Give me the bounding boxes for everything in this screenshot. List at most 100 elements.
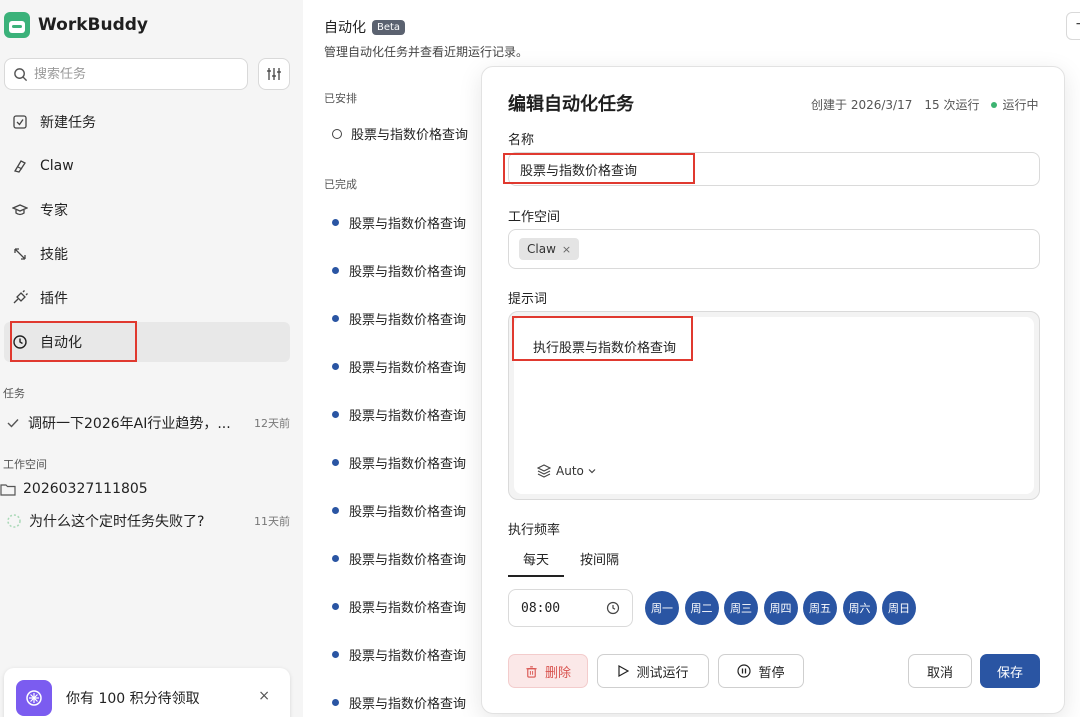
time-input[interactable]: 08:00 [508, 589, 633, 627]
done-item-title: 股票与指数价格查询 [349, 265, 467, 280]
test-run-button[interactable]: 测试运行 [597, 654, 709, 688]
sidebar-item-new-task[interactable]: 新建任务 [4, 102, 290, 142]
sidebar-item-label: Claw [40, 158, 74, 174]
workspace-task-item[interactable]: 为什么这个定时任务失败了? 11天前 [6, 511, 290, 531]
done-item[interactable]: 股票与指数价格查询 [332, 693, 466, 712]
workbuddy-logo-icon [4, 12, 30, 38]
day-sunday[interactable]: 周日 [882, 591, 916, 625]
status-text: 运行中 [1002, 98, 1039, 112]
task-title: 调研一下2026年AI行业趋势，... [28, 416, 231, 432]
cancel-button[interactable]: 取消 [908, 654, 972, 688]
expert-icon [12, 202, 28, 218]
workspace-section-label: 工作空间 [3, 458, 47, 471]
model-select[interactable]: Auto [537, 464, 597, 478]
pause-icon [737, 664, 752, 678]
search-icon [14, 67, 28, 81]
scheduled-item-title: 股票与指数价格查询 [351, 128, 469, 143]
workspace-folder-name: 20260327111805 [23, 481, 148, 497]
done-item-title: 股票与指数价格查询 [349, 457, 467, 472]
done-item[interactable]: 股票与指数价格查询 [332, 213, 466, 232]
status-dot-icon [332, 555, 339, 562]
delete-button[interactable]: 删除 [508, 654, 588, 688]
done-item[interactable]: 股票与指数价格查询 [332, 549, 466, 568]
status-dot-icon [991, 101, 998, 108]
tasks-section-label: 任务 [3, 387, 25, 400]
task-time: 12天前 [254, 417, 290, 430]
status-dot-icon [332, 315, 339, 322]
pause-label: 暂停 [758, 665, 785, 681]
frequency-label: 执行频率 [508, 523, 561, 538]
search-box[interactable] [4, 58, 248, 90]
page-title-text: 自动化 [324, 20, 366, 36]
scheduled-label: 已安排 [324, 92, 357, 105]
claw-icon [12, 158, 28, 174]
scheduled-item[interactable]: 股票与指数价格查询 [332, 124, 468, 143]
tab-daily[interactable]: 每天 [508, 549, 564, 577]
workspace-field[interactable]: Claw × [508, 229, 1040, 269]
reward-icon [16, 680, 52, 716]
remove-chip-icon[interactable]: × [562, 243, 571, 256]
status-dot-icon [332, 363, 339, 370]
page-subtitle: 管理自动化任务并查看近期运行记录。 [324, 45, 529, 59]
run-count: 15 次运行 [924, 98, 980, 112]
done-item-title: 股票与指数价格查询 [349, 505, 467, 520]
test-run-label: 测试运行 [636, 665, 689, 681]
pause-button[interactable]: 暂停 [718, 654, 804, 688]
day-thursday[interactable]: 周四 [763, 591, 798, 625]
done-item[interactable]: 股票与指数价格查询 [332, 645, 466, 664]
save-button[interactable]: 保存 [980, 654, 1040, 688]
workspace-label: 工作空间 [508, 210, 561, 225]
page-title: 自动化 Beta [324, 17, 406, 37]
done-item[interactable]: 股票与指数价格查询 [332, 453, 466, 472]
status-ring-icon [332, 128, 342, 139]
day-saturday[interactable]: 周六 [842, 591, 877, 625]
day-tuesday[interactable]: 周二 [684, 591, 719, 625]
play-icon [617, 665, 630, 677]
folder-icon [0, 484, 16, 496]
done-item-title: 股票与指数价格查询 [349, 553, 467, 568]
chip-label: Claw [527, 242, 556, 256]
done-item[interactable]: 股票与指数价格查询 [332, 405, 466, 424]
app-logo[interactable]: WorkBuddy [4, 12, 148, 38]
done-item[interactable]: 股票与指数价格查询 [332, 357, 466, 376]
done-item[interactable]: 股票与指数价格查询 [332, 261, 466, 280]
search-input[interactable] [34, 66, 224, 82]
trash-icon [525, 665, 538, 678]
done-item[interactable]: 股票与指数价格查询 [332, 597, 466, 616]
skill-icon [12, 246, 28, 262]
day-monday[interactable]: 周一 [645, 591, 679, 625]
sidebar-item-claw[interactable]: Claw [4, 146, 290, 186]
add-button[interactable]: + [1066, 12, 1080, 40]
status-dot-icon [332, 699, 339, 706]
sidebar: WorkBuddy 新建任务 Claw 专家 技能 插件 自动化 任务 调研一下… [0, 0, 303, 717]
delete-label: 删除 [544, 665, 571, 681]
highlight-box [512, 316, 693, 361]
status-dot-icon [332, 507, 339, 514]
beta-badge: Beta [372, 19, 406, 35]
done-item-title: 股票与指数价格查询 [349, 409, 467, 424]
done-item[interactable]: 股票与指数价格查询 [332, 501, 466, 520]
prompt-label: 提示词 [508, 292, 548, 307]
sliders-icon [267, 68, 281, 80]
status-dot-icon [332, 267, 339, 274]
sidebar-item-plugin[interactable]: 插件 [4, 278, 290, 318]
status-dot-icon [332, 459, 339, 466]
day-wednesday[interactable]: 周三 [724, 591, 758, 625]
close-icon[interactable]: × [258, 688, 270, 704]
chevron-down-icon [588, 469, 596, 474]
sidebar-item-skill[interactable]: 技能 [4, 234, 290, 274]
done-item-title: 股票与指数价格查询 [349, 601, 467, 616]
workspace-chip[interactable]: Claw × [519, 238, 580, 260]
sidebar-item-label: 专家 [40, 203, 68, 219]
done-item-title: 股票与指数价格查询 [349, 217, 467, 232]
task-item[interactable]: 调研一下2026年AI行业趋势，... 12天前 [6, 413, 290, 433]
points-promo[interactable]: 你有 100 积分待领取 × [4, 668, 290, 717]
day-friday[interactable]: 周五 [803, 591, 837, 625]
filter-button[interactable] [258, 58, 290, 90]
sidebar-item-expert[interactable]: 专家 [4, 190, 290, 230]
tab-interval[interactable]: 按间隔 [580, 549, 619, 577]
sidebar-item-label: 插件 [40, 291, 68, 307]
workspace-folder[interactable]: 20260327111805 [0, 481, 284, 497]
workspace-task-time: 11天前 [254, 515, 290, 528]
done-item[interactable]: 股票与指数价格查询 [332, 309, 466, 328]
